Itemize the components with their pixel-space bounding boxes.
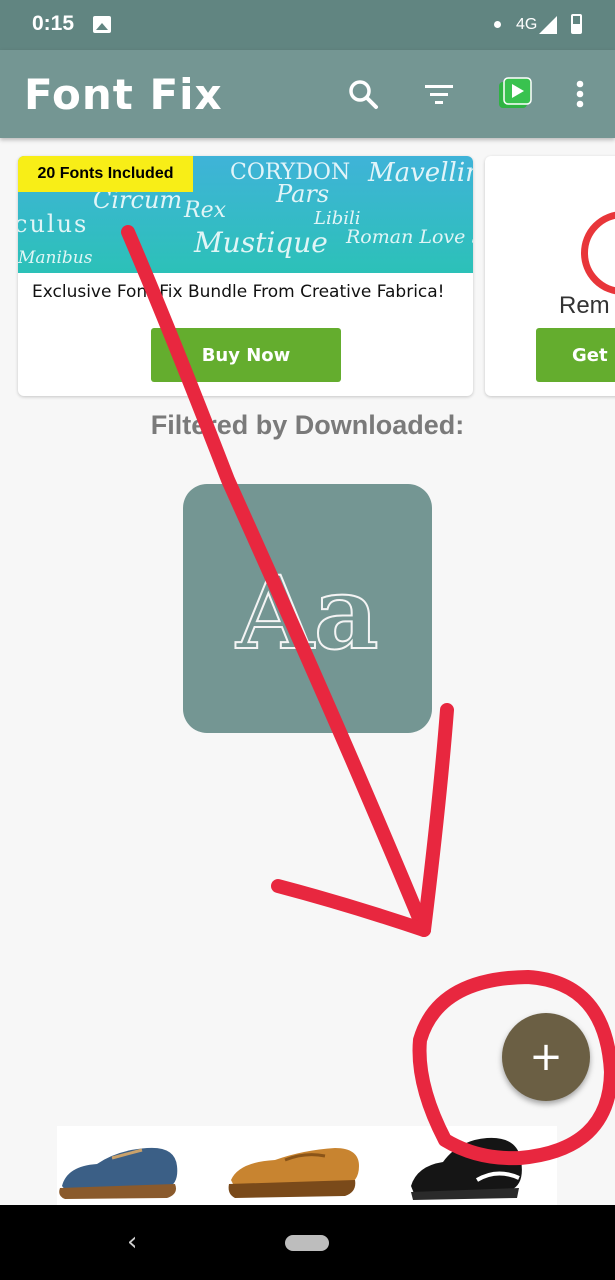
banner-word: Roman Love St: [346, 226, 473, 248]
font-tile[interactable]: Aa: [183, 484, 432, 733]
tan-loafer: [228, 1148, 359, 1198]
promo-2-text: Rem: [559, 292, 610, 319]
notification-dot: [494, 21, 501, 28]
banner-word: Manibus: [18, 248, 93, 268]
buy-now-button[interactable]: Buy Now: [151, 328, 341, 382]
banner-word: Rex: [184, 198, 226, 223]
system-nav-bar: ‹: [0, 1205, 615, 1280]
filter-label: Filtered by Downloaded:: [150, 410, 465, 440]
plus-icon: +: [529, 1034, 563, 1080]
back-icon[interactable]: ‹: [127, 1227, 137, 1257]
status-time: 0:15: [32, 12, 75, 35]
network-type: 4G: [516, 16, 538, 33]
get-button[interactable]: Get: [536, 328, 615, 382]
app-bar: Font Fix: [0, 50, 615, 138]
banner-word: Mustique: [194, 226, 328, 259]
black-sneaker: [411, 1137, 522, 1200]
more-vert-icon[interactable]: [562, 76, 598, 112]
promo-badge: 20 Fonts Included: [18, 156, 193, 192]
search-icon[interactable]: [345, 76, 381, 112]
play-store-icon[interactable]: [496, 74, 534, 112]
signal-icon: [539, 16, 557, 34]
blue-suede-shoe: [59, 1147, 178, 1199]
banner-word: Mavellime: [368, 158, 473, 188]
promo-card[interactable]: Circum Rex CORYDON Pars Mustique Libili …: [18, 156, 473, 396]
promo-title: Exclusive Font Fix Bundle From Creative …: [32, 282, 445, 302]
add-font-fab[interactable]: +: [502, 1013, 590, 1101]
app-title: Font Fix: [24, 70, 223, 119]
promo-card-2[interactable]: Rem Get: [485, 156, 615, 396]
home-pill[interactable]: [285, 1235, 329, 1251]
banner-word: culus: [18, 210, 89, 238]
status-bar: 0:15 4G: [0, 0, 615, 50]
battery-icon: [571, 14, 582, 34]
filter-icon[interactable]: [421, 76, 457, 112]
banner-word: Pars: [276, 180, 330, 208]
ad-banner[interactable]: [57, 1126, 557, 1205]
promo-logo: [581, 211, 615, 295]
font-preview-text: Aa: [235, 553, 379, 673]
annotation-arrow-head: [271, 703, 454, 937]
image-icon: [93, 16, 111, 33]
